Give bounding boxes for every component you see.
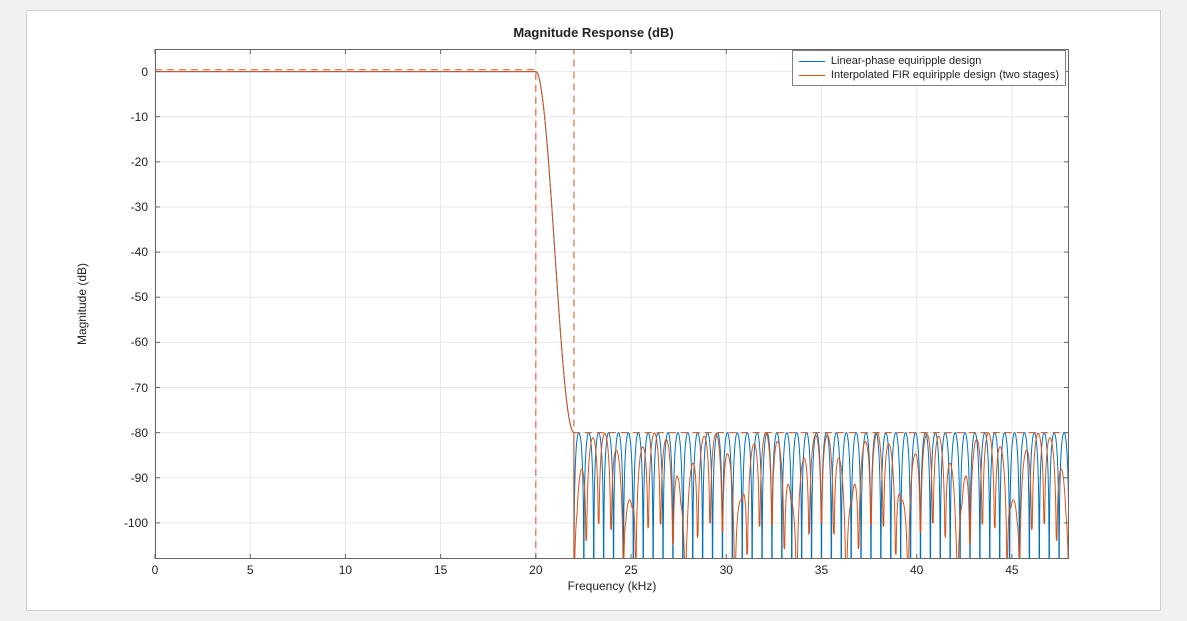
xtick-label: 25	[611, 563, 651, 577]
x-axis-label: Frequency (kHz)	[155, 579, 1069, 593]
legend-label: Linear-phase equiripple design	[831, 55, 981, 67]
plot-svg	[155, 49, 1069, 559]
figure-panel: Magnitude Response (dB) 0 -10 -20 -30 -4…	[27, 11, 1160, 610]
xtick-label: 15	[421, 563, 461, 577]
ytick-label: -30	[98, 200, 148, 214]
xtick-label: 35	[801, 563, 841, 577]
legend-swatch-icon	[799, 75, 825, 76]
ytick-label: -50	[98, 290, 148, 304]
xtick-label: 30	[706, 563, 746, 577]
xtick-label: 5	[230, 563, 270, 577]
ytick-label: -70	[98, 381, 148, 395]
xtick-label: 0	[135, 563, 175, 577]
xtick-label: 40	[897, 563, 937, 577]
legend-item: Linear-phase equiripple design	[799, 54, 1059, 68]
ytick-label: -10	[98, 110, 148, 124]
ytick-label: -80	[98, 426, 148, 440]
ytick-label: -90	[98, 471, 148, 485]
axes-area	[155, 49, 1069, 559]
ytick-label: 0	[98, 65, 148, 79]
chart-title: Magnitude Response (dB)	[27, 25, 1160, 40]
y-axis-label: Magnitude (dB)	[75, 49, 95, 559]
ytick-label: -100	[98, 516, 148, 530]
legend-label: Interpolated FIR equiripple design (two …	[831, 69, 1059, 81]
ytick-label: -40	[98, 245, 148, 259]
ytick-label: -60	[98, 335, 148, 349]
xtick-label: 45	[992, 563, 1032, 577]
xtick-label: 20	[516, 563, 556, 577]
ytick-label: -20	[98, 155, 148, 169]
legend-box: Linear-phase equiripple design Interpola…	[792, 50, 1066, 86]
legend-item: Interpolated FIR equiripple design (two …	[799, 68, 1059, 82]
legend-swatch-icon	[799, 61, 825, 62]
xtick-label: 10	[325, 563, 365, 577]
